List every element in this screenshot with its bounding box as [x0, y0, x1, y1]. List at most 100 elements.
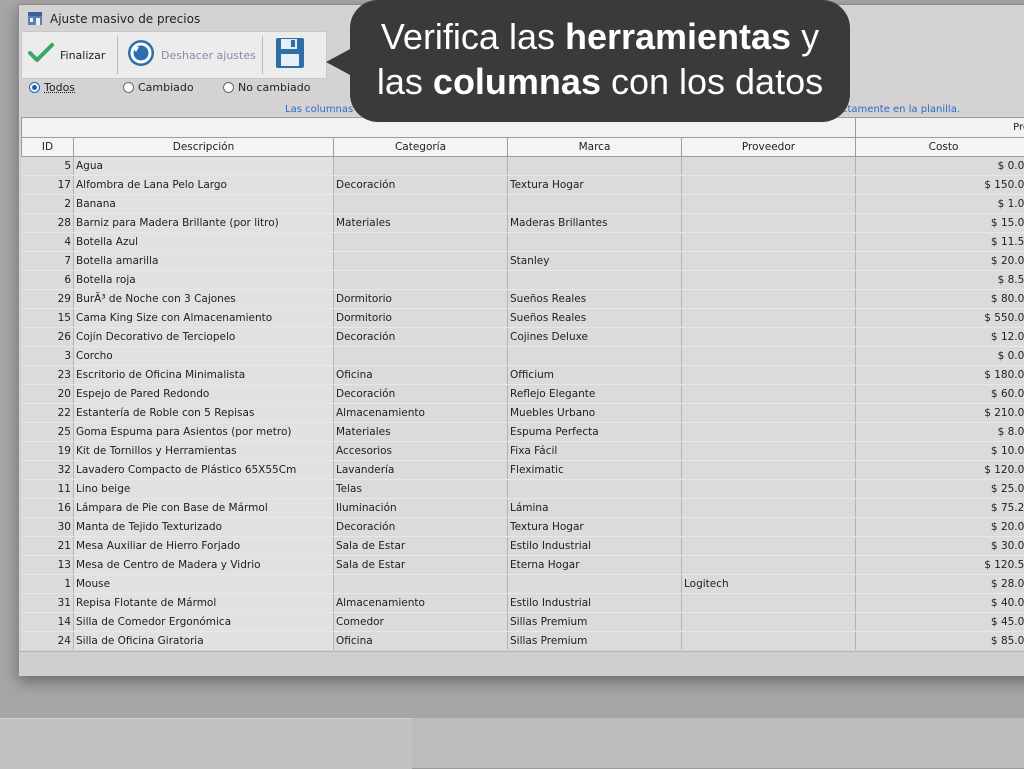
table-row[interactable]: 19Kit de Tornillos y HerramientasAccesor…: [22, 442, 1024, 461]
cell-costo[interactable]: $ 45.00: [856, 613, 1024, 632]
save-button[interactable]: [270, 32, 310, 78]
cell-descripcion[interactable]: Kit de Tornillos y Herramientas: [74, 442, 334, 461]
cell-costo[interactable]: $ 120.00: [856, 461, 1024, 480]
cell-descripcion[interactable]: Escritorio de Oficina Minimalista: [74, 366, 334, 385]
cell-proveedor[interactable]: [682, 423, 856, 442]
cell-id[interactable]: 23: [22, 366, 74, 385]
cell-id[interactable]: 26: [22, 328, 74, 347]
cell-categoria[interactable]: [334, 347, 508, 366]
cell-proveedor[interactable]: [682, 290, 856, 309]
cell-categoria[interactable]: [334, 575, 508, 594]
cell-id[interactable]: 21: [22, 537, 74, 556]
cell-categoria[interactable]: Sala de Estar: [334, 556, 508, 575]
cell-costo[interactable]: $ 25.00: [856, 480, 1024, 499]
cell-proveedor[interactable]: [682, 195, 856, 214]
table-row[interactable]: 26Cojín Decorativo de TerciopeloDecoraci…: [22, 328, 1024, 347]
table-row[interactable]: 7Botella amarillaStanley$ 20.00: [22, 252, 1024, 271]
table-row[interactable]: 29BurÃ³ de Noche con 3 CajonesDormitorio…: [22, 290, 1024, 309]
cell-costo[interactable]: $ 30.00: [856, 537, 1024, 556]
cell-descripcion[interactable]: Lino beige: [74, 480, 334, 499]
cell-costo[interactable]: $ 40.00: [856, 594, 1024, 613]
cell-id[interactable]: 16: [22, 499, 74, 518]
cell-marca[interactable]: [508, 575, 682, 594]
table-row[interactable]: 2Banana$ 1.00: [22, 195, 1024, 214]
cell-marca[interactable]: Officium: [508, 366, 682, 385]
cell-id[interactable]: 3: [22, 347, 74, 366]
cell-proveedor[interactable]: [682, 328, 856, 347]
cell-categoria[interactable]: [334, 271, 508, 290]
table-row[interactable]: 22Estantería de Roble con 5 RepisasAlmac…: [22, 404, 1024, 423]
cell-marca[interactable]: Stanley: [508, 252, 682, 271]
cell-marca[interactable]: [508, 271, 682, 290]
cell-proveedor[interactable]: [682, 461, 856, 480]
cell-marca[interactable]: Sillas Premium: [508, 613, 682, 632]
table-row[interactable]: 30Manta de Tejido TexturizadoDecoraciónT…: [22, 518, 1024, 537]
cell-costo[interactable]: $ 8.50: [856, 271, 1024, 290]
cell-marca[interactable]: Lámina: [508, 499, 682, 518]
cell-id[interactable]: 19: [22, 442, 74, 461]
cell-id[interactable]: 30: [22, 518, 74, 537]
cell-marca[interactable]: Sueños Reales: [508, 290, 682, 309]
cell-costo[interactable]: $ 15.00: [856, 214, 1024, 233]
cell-proveedor[interactable]: [682, 233, 856, 252]
cell-costo[interactable]: $ 80.00: [856, 290, 1024, 309]
cell-id[interactable]: 4: [22, 233, 74, 252]
table-row[interactable]: 28Barniz para Madera Brillante (por litr…: [22, 214, 1024, 233]
cell-proveedor[interactable]: [682, 385, 856, 404]
table-row[interactable]: 6Botella roja$ 8.50: [22, 271, 1024, 290]
cell-id[interactable]: 29: [22, 290, 74, 309]
cell-descripcion[interactable]: Lámpara de Pie con Base de Mármol: [74, 499, 334, 518]
cell-proveedor[interactable]: [682, 480, 856, 499]
cell-costo[interactable]: $ 60.00: [856, 385, 1024, 404]
cell-descripcion[interactable]: Goma Espuma para Asientos (por metro): [74, 423, 334, 442]
column-header-id[interactable]: ID: [22, 138, 74, 157]
cell-id[interactable]: 1: [22, 575, 74, 594]
deshacer-button[interactable]: Deshacer ajustes: [126, 32, 256, 78]
table-row[interactable]: 17Alfombra de Lana Pelo LargoDecoraciónT…: [22, 176, 1024, 195]
cell-proveedor[interactable]: [682, 518, 856, 537]
cell-marca[interactable]: [508, 233, 682, 252]
cell-proveedor[interactable]: [682, 214, 856, 233]
cell-marca[interactable]: Textura Hogar: [508, 518, 682, 537]
cell-costo[interactable]: $ 1.00: [856, 195, 1024, 214]
table-row[interactable]: 13Mesa de Centro de Madera y VidrioSala …: [22, 556, 1024, 575]
cell-marca[interactable]: [508, 195, 682, 214]
cell-categoria[interactable]: [334, 252, 508, 271]
table-row[interactable]: 4Botella Azul$ 11.50: [22, 233, 1024, 252]
cell-costo[interactable]: $ 150.00: [856, 176, 1024, 195]
cell-descripcion[interactable]: Mouse: [74, 575, 334, 594]
table-row[interactable]: 5Agua$ 0.00: [22, 157, 1024, 176]
column-header-categoria[interactable]: Categoría: [334, 138, 508, 157]
cell-marca[interactable]: Eterna Hogar: [508, 556, 682, 575]
cell-costo[interactable]: $ 85.00: [856, 632, 1024, 651]
cell-id[interactable]: 22: [22, 404, 74, 423]
cell-marca[interactable]: Fixa Fácil: [508, 442, 682, 461]
cell-marca[interactable]: [508, 157, 682, 176]
table-row[interactable]: 25Goma Espuma para Asientos (por metro)M…: [22, 423, 1024, 442]
table-row[interactable]: 3Corcho$ 0.00: [22, 347, 1024, 366]
table-row[interactable]: 14Silla de Comedor ErgonómicaComedorSill…: [22, 613, 1024, 632]
cell-categoria[interactable]: Telas: [334, 480, 508, 499]
cell-categoria[interactable]: Decoración: [334, 176, 508, 195]
cell-descripcion[interactable]: Silla de Oficina Giratoria: [74, 632, 334, 651]
cell-proveedor[interactable]: [682, 632, 856, 651]
cell-costo[interactable]: $ 10.00: [856, 442, 1024, 461]
cell-marca[interactable]: Cojines Deluxe: [508, 328, 682, 347]
cell-marca[interactable]: Estilo Industrial: [508, 537, 682, 556]
cell-descripcion[interactable]: BurÃ³ de Noche con 3 Cajones: [74, 290, 334, 309]
cell-costo[interactable]: $ 0.00: [856, 347, 1024, 366]
table-row[interactable]: 24Silla de Oficina GiratoriaOficinaSilla…: [22, 632, 1024, 651]
radio-cambiado[interactable]: Cambiado: [123, 81, 194, 94]
table-row[interactable]: 23Escritorio de Oficina MinimalistaOfici…: [22, 366, 1024, 385]
cell-marca[interactable]: Estilo Industrial: [508, 594, 682, 613]
cell-costo[interactable]: $ 12.00: [856, 328, 1024, 347]
cell-descripcion[interactable]: Repisa Flotante de Mármol: [74, 594, 334, 613]
cell-proveedor[interactable]: [682, 537, 856, 556]
cell-proveedor[interactable]: [682, 347, 856, 366]
cell-id[interactable]: 20: [22, 385, 74, 404]
cell-proveedor[interactable]: [682, 499, 856, 518]
cell-costo[interactable]: $ 0.00: [856, 157, 1024, 176]
cell-costo[interactable]: $ 180.00: [856, 366, 1024, 385]
table-row[interactable]: 16Lámpara de Pie con Base de MármolIlumi…: [22, 499, 1024, 518]
cell-categoria[interactable]: Materiales: [334, 423, 508, 442]
